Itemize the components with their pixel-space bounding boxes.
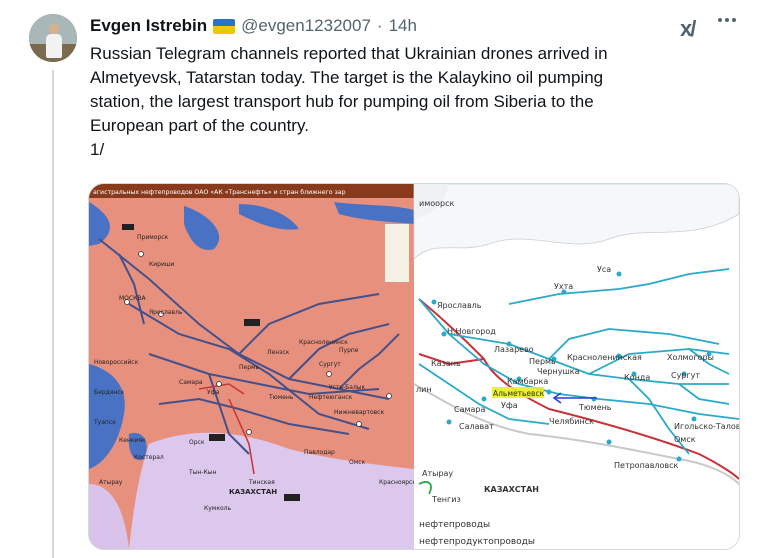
map-label: Самара [454,405,486,414]
map-label: Красноленинская [567,353,642,362]
tweet-text-line: Russian Telegram channels reported that … [90,44,608,63]
map-label: Н.Новгород [447,327,496,336]
map-label: Костерал [134,454,164,461]
map-label: Омск [674,435,696,444]
pipeline-maps: агистральных нефтепроводов ОАО «АК «Тран… [89,184,739,549]
author-name[interactable]: Evgen Istrebin [90,16,207,36]
map-label: Орск [189,439,205,446]
map-label: Кириши [149,261,174,268]
map-label: Уфа [501,401,518,410]
tweet-text-line: Almetyevsk, Tatarstan today. The target … [90,68,604,87]
map-label: Новороссийск [94,359,139,366]
avatar-head [49,24,59,34]
ukraine-flag-icon [213,18,236,34]
more-options-icon[interactable] [718,18,736,22]
tweet-text-line: 1/ [90,140,105,159]
map-label: Челябинск [549,417,594,426]
map-label: Ярославль [149,309,183,316]
map-label: Нефтеюганск [309,394,353,401]
map-label: Атырау [422,469,453,478]
map-label: Пермь [239,364,260,371]
map-label: Конда [624,373,650,382]
tweet-text: Russian Telegram channels reported that … [90,42,730,162]
right-map: имоорск Уса Ухта Ярославль Н.Новгород Ла… [413,184,739,549]
map-label: Альметьевск [493,389,545,398]
map-label: Тинская [248,479,275,486]
author-handle[interactable]: @evgen1232007 [241,16,371,36]
map-label: Казань [431,359,461,368]
map-label: Игольско-Таловое [674,422,739,431]
map-label: Красноленинск [299,339,348,346]
map-label: Кенкияк [119,437,146,444]
map-label: МОСКВА [119,295,146,302]
tweet-media-image[interactable]: агистральных нефтепроводов ОАО «АК «Тран… [88,183,740,550]
map-label: Нижневартовск [334,409,384,416]
map-label: КАЗАХСТАН [229,488,277,496]
map-label: Тын-Кын [188,469,216,476]
map-label: Сургут [671,371,700,380]
map-label: Усть-Балык [329,384,366,391]
map-label: Салават [459,422,494,431]
map-label: Лазарево [494,345,534,354]
map-label: Пермь [529,357,556,366]
map-label: Камбарка [507,377,548,386]
map-label: Атырау [99,479,123,486]
map-label: нефтепродуктопроводы [419,537,535,547]
map-label: Тюмень [268,394,294,401]
map-label: Туапсе [93,419,116,426]
map-label: Уса [597,265,611,274]
map-label: имоорск [419,199,455,208]
grok-icon[interactable]: x/ [680,16,696,42]
tweet-text-line: European part of the country. [90,116,309,135]
map-label: Уфа [207,389,220,396]
avatar[interactable] [29,14,77,62]
map-label: Приморск [137,234,169,241]
thread-line [52,70,54,558]
map-label: Павлодар [304,449,335,456]
map-label: Красноярск [379,479,416,486]
map-label: Бердянск [94,389,125,396]
map-label: Лензск [267,349,290,356]
map-label: Омск [349,459,366,466]
map-label: Кумколь [204,505,231,512]
map-label: Петропавловск [614,461,679,470]
tweet-text-line: station, the largest transport hub for p… [90,92,594,111]
map-label: Чернушка [537,367,580,376]
map-label: Ярославль [437,301,482,310]
map-label: Ухта [554,282,573,291]
map-label: Самара [179,379,203,386]
map-label: Холмогоры [667,353,714,362]
left-map: агистральных нефтепроводов ОАО «АК «Тран… [89,184,416,549]
avatar-body [46,34,62,58]
map-label: Тюмень [578,403,612,412]
left-map-header: агистральных нефтепроводов ОАО «АК «Тран… [93,188,346,196]
map-label: лин [416,385,432,394]
map-label: Сургут [319,361,341,368]
map-label: нефтепроводы [419,520,490,530]
map-label: КАЗАХСТАН [484,485,539,494]
separator-dot: · [376,16,383,35]
map-label: Пурпе [339,347,359,354]
map-label: Тенгиз [431,495,461,504]
tweet-header: Evgen Istrebin @evgen1232007 · 14h [90,13,417,39]
timestamp[interactable]: 14h [389,16,417,36]
